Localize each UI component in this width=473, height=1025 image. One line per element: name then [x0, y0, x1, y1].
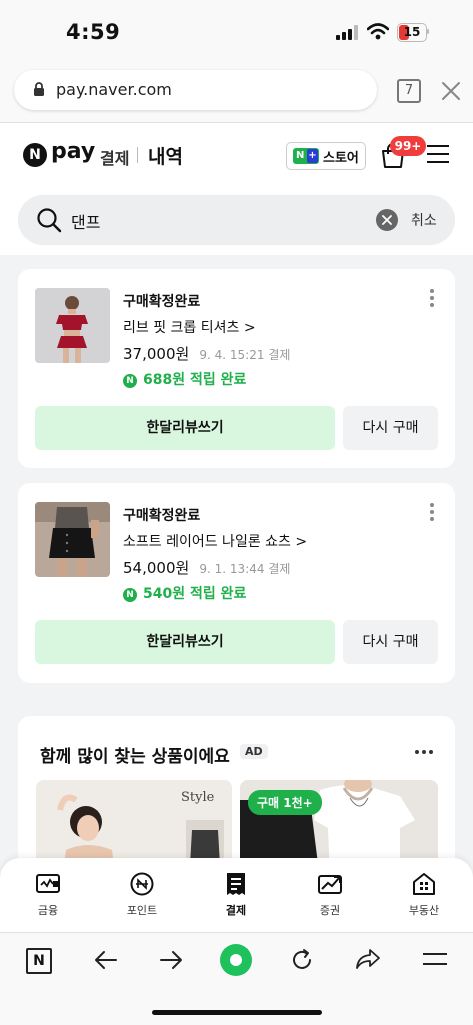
section-title: 함께 많이 찾는 상품이에요 [40, 747, 230, 767]
product-photo-crop-tee [35, 288, 110, 363]
cancel-button[interactable]: 취소 [411, 210, 437, 230]
product-thumbnail[interactable] [35, 288, 110, 363]
nav-item-real-estate[interactable]: 부동산 [394, 858, 454, 932]
green-dot-button[interactable] [220, 944, 252, 976]
purchase-count-badge: 구매 1천+ [248, 790, 322, 815]
battery-icon: 15 [397, 23, 427, 42]
browser-toolbar: N [0, 932, 473, 1025]
order-date: 9. 1. 13:44 결제 [199, 562, 291, 576]
rebuy-button[interactable]: 다시 구매 [343, 406, 438, 450]
product-name-link[interactable]: 소프트 레이어드 나일론 쇼츠 > [123, 531, 307, 551]
product-thumbnail[interactable] [35, 502, 110, 577]
points-earned: N 688원 적립 완료 [123, 369, 246, 389]
ad-badge: AD [240, 744, 268, 759]
nav-label: 포인트 [126, 904, 158, 917]
tab-payment[interactable]: 결제 [100, 145, 129, 169]
receipt-icon [227, 873, 245, 895]
order-status: 구매확정완료 [123, 294, 201, 310]
browser-address-bar: pay.naver.com 7 [0, 64, 473, 123]
page-header: N pay 결제 내역 N + 스토어 99+ [0, 123, 473, 185]
building-icon [413, 873, 435, 895]
store-label: 스토어 [323, 151, 359, 166]
order-date: 9. 4. 15:21 결제 [199, 348, 291, 362]
write-review-button[interactable]: 한달리뷰쓰기 [35, 406, 335, 450]
pay-logo: pay [51, 139, 96, 164]
close-icon[interactable] [441, 81, 461, 101]
points-text: 540원 적립 완료 [143, 586, 247, 602]
green-dot-icon [230, 954, 242, 966]
bottom-nav: 금융 포인트 결제 증권 부동산 [0, 858, 473, 932]
lock-icon [34, 82, 44, 96]
rebuy-button[interactable]: 다시 구매 [343, 620, 438, 664]
home-indicator [152, 1010, 322, 1015]
product-photo-nylon-shorts [35, 502, 110, 577]
more-options-icon[interactable] [430, 503, 434, 524]
n-point-icon: N [123, 374, 137, 388]
cellular-signal-icon [336, 25, 358, 40]
more-options-icon[interactable] [430, 289, 434, 310]
nav-item-points[interactable]: 포인트 [112, 858, 172, 932]
nav-item-payment[interactable]: 결제 [206, 858, 266, 932]
forward-arrow-icon[interactable] [159, 950, 183, 970]
nav-label: 증권 [319, 904, 341, 917]
brand-style-label: Style [181, 790, 215, 805]
order-card: 구매확정완료 소프트 레이어드 나일론 쇼츠 > 54,000원 9. 1. 1… [18, 483, 455, 683]
nav-label: 금융 [37, 904, 59, 917]
back-arrow-icon[interactable] [94, 950, 118, 970]
battery-level: 15 [403, 25, 421, 39]
cart-count-badge: 99+ [390, 136, 426, 156]
store-button[interactable]: N + 스토어 [286, 142, 366, 170]
order-status: 구매확정완료 [123, 508, 201, 524]
nav-item-stocks[interactable]: 증권 [300, 858, 360, 932]
search-icon [37, 208, 62, 233]
nav-item-finance[interactable]: 금융 [18, 858, 78, 932]
share-icon[interactable] [355, 948, 381, 970]
nav-label: 부동산 [408, 904, 440, 917]
wallet-icon [36, 874, 60, 893]
n-point-icon: N [123, 588, 137, 602]
wifi-icon [367, 23, 389, 40]
nav-label: 결제 [225, 904, 247, 917]
tab-history[interactable]: 내역 [148, 142, 183, 169]
order-card: 구매확정완료 리브 핏 크롭 티셔츠 > 37,000원 9. 4. 15:21… [18, 269, 455, 468]
search-bar[interactable]: 댄프 취소 [18, 195, 455, 245]
points-earned: N 540원 적립 완료 [123, 583, 246, 603]
url-field[interactable]: pay.naver.com [14, 70, 377, 110]
order-price: 37,000원 [123, 345, 190, 363]
order-price: 54,000원 [123, 559, 190, 577]
product-name-link[interactable]: 리브 핏 크롭 티셔츠 > [123, 317, 256, 337]
write-review-button[interactable]: 한달리뷰쓰기 [35, 620, 335, 664]
tab-count-button[interactable]: 7 [397, 79, 421, 103]
point-coin-icon [130, 872, 154, 896]
clear-search-icon[interactable] [376, 209, 398, 231]
stock-chart-icon [318, 875, 342, 894]
price-row: 37,000원 9. 4. 15:21 결제 [123, 343, 290, 364]
refresh-icon[interactable] [290, 948, 314, 972]
price-row: 54,000원 9. 1. 13:44 결제 [123, 557, 290, 578]
url-text: pay.naver.com [56, 80, 172, 99]
points-text: 688원 적립 완료 [143, 372, 247, 388]
naver-n-logo-icon: N [23, 143, 47, 167]
status-bar: 4:59 15 [0, 0, 473, 64]
browser-menu-icon[interactable] [423, 952, 447, 966]
search-input[interactable]: 댄프 [71, 209, 100, 233]
naver-home-icon[interactable]: N [26, 948, 52, 974]
menu-icon[interactable] [427, 144, 449, 164]
clock: 4:59 [66, 20, 121, 44]
divider [137, 147, 138, 163]
naver-plus-icon: N + [293, 148, 319, 164]
